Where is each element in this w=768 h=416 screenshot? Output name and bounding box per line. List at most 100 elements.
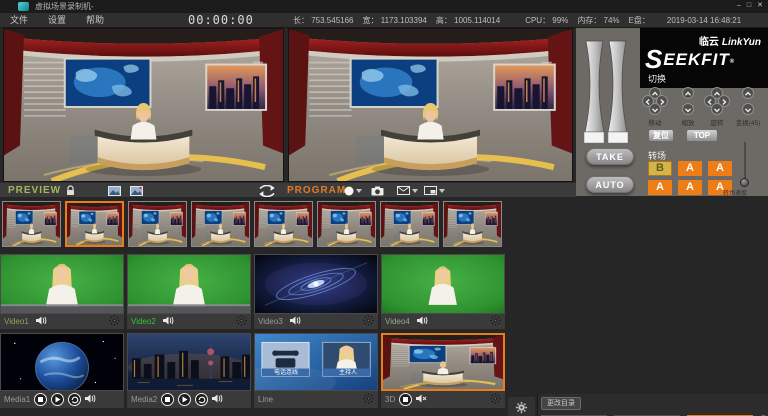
3d-preview[interactable]	[381, 333, 505, 391]
settings-gear-icon[interactable]	[514, 400, 530, 415]
maximize-button[interactable]: □	[747, 1, 751, 11]
media-source-3d[interactable]: 3D	[381, 333, 505, 408]
stat-disk: E盘：	[629, 15, 650, 26]
pad-label: 移动	[638, 117, 672, 127]
menu-bar: 文件 设置 帮助 00:00:00 长： 753.545166 宽： 1173.…	[0, 13, 768, 28]
scene-angle-thumbnail[interactable]	[380, 201, 439, 247]
speaker-icon[interactable]	[290, 316, 301, 327]
gear-icon[interactable]	[490, 393, 501, 406]
stop-button[interactable]	[34, 393, 47, 406]
menu-settings[interactable]: 设置	[48, 13, 66, 28]
preview-monitor[interactable]	[3, 28, 284, 182]
transition-speed-knob[interactable]	[740, 178, 749, 187]
preview-label: PREVIEW	[8, 183, 61, 198]
scene-angle-thumbnail[interactable]	[65, 201, 124, 247]
video-source-2[interactable]: Video2	[127, 254, 251, 329]
loop-button[interactable]	[68, 393, 81, 406]
stop-button[interactable]	[161, 393, 174, 406]
stat-datetime: 2019-03-14 16:48:21	[667, 16, 741, 25]
video1-name: Video1	[4, 317, 29, 326]
reset-button[interactable]: 复位	[648, 129, 674, 142]
transition-pattern-button[interactable]: A	[648, 180, 672, 195]
speaker-icon[interactable]	[36, 316, 47, 327]
loop-button[interactable]	[195, 393, 208, 406]
pad-down-button[interactable]	[649, 103, 661, 115]
gear-icon[interactable]	[490, 315, 501, 328]
video4-name: Video4	[385, 317, 410, 326]
program-label: PROGRAM	[287, 183, 346, 198]
stop-button[interactable]	[399, 393, 412, 406]
media-source-2[interactable]: Media2	[127, 333, 251, 408]
snapshot-camera-icon[interactable]	[371, 183, 384, 198]
stream-output-icon[interactable]	[397, 183, 418, 198]
gear-icon[interactable]	[236, 315, 247, 328]
transition-style-b-icon[interactable]	[130, 183, 143, 198]
gear-icon[interactable]	[109, 315, 120, 328]
lock-icon[interactable]	[66, 183, 75, 198]
pad-up-button[interactable]	[742, 87, 754, 99]
transition-tbar[interactable]	[584, 40, 628, 149]
play-button[interactable]	[51, 393, 64, 406]
pad-down-button[interactable]	[742, 103, 754, 115]
transition-pattern-button[interactable]: A	[678, 180, 702, 195]
change-directory-button[interactable]: 更改目录	[541, 397, 581, 410]
video-source-1[interactable]: Video1	[0, 254, 124, 329]
pad-down-button[interactable]	[682, 103, 694, 115]
video1-preview[interactable]	[0, 254, 124, 314]
transition-speed-slider[interactable]	[744, 142, 746, 182]
line-name: Line	[258, 395, 273, 404]
pip-layout-icon[interactable]	[424, 183, 445, 198]
transition-pattern-button[interactable]: A	[678, 161, 702, 176]
tool-sidebar	[508, 397, 535, 416]
minimize-button[interactable]: –	[737, 1, 741, 11]
close-button[interactable]: ✕	[757, 1, 763, 11]
video4-preview[interactable]	[381, 254, 505, 314]
video2-preview[interactable]	[127, 254, 251, 314]
auto-button[interactable]: AUTO	[586, 176, 634, 193]
media1-preview[interactable]	[0, 333, 124, 391]
pad-label: 旋转	[700, 117, 734, 127]
media-source-1[interactable]: Media1	[0, 333, 124, 408]
video-source-3[interactable]: Video3	[254, 254, 378, 329]
stat-cpu: CPU： 99%	[525, 15, 568, 26]
sources-area: Video1 Video2 Video3 Video4 Media1	[0, 197, 768, 416]
line-preview[interactable]: 电话连线 主持人	[254, 333, 378, 391]
transition-speed-label: 转场速度	[723, 188, 747, 197]
gear-icon[interactable]	[363, 393, 374, 406]
stat-height: 高： 1005.114014	[436, 15, 500, 26]
video-source-4[interactable]: Video4	[381, 254, 505, 329]
speaker-icon[interactable]	[212, 394, 223, 405]
line-host-label: 主持人	[324, 369, 372, 377]
stat-width: 宽： 1173.103394	[363, 15, 427, 26]
scene-angle-thumbnail[interactable]	[2, 201, 61, 247]
menu-help[interactable]: 帮助	[86, 13, 104, 28]
menu-file[interactable]: 文件	[10, 13, 28, 28]
record-button[interactable]	[344, 183, 362, 198]
play-button[interactable]	[178, 393, 191, 406]
speaker-icon[interactable]	[417, 316, 428, 327]
top-button[interactable]: TOP	[686, 129, 718, 142]
scene-angle-thumbnail[interactable]	[254, 201, 313, 247]
take-button[interactable]: TAKE	[586, 148, 634, 165]
transition-pattern-button[interactable]: B	[648, 161, 672, 176]
pad-up-button[interactable]	[682, 87, 694, 99]
scene-angle-thumbnail[interactable]	[443, 201, 502, 247]
gear-icon[interactable]	[363, 315, 374, 328]
video3-preview[interactable]	[254, 254, 378, 314]
scene-angle-strip	[2, 201, 502, 247]
transition-pattern-button[interactable]: A	[708, 161, 732, 176]
scene-angle-thumbnail[interactable]	[317, 201, 376, 247]
transition-style-a-icon[interactable]	[108, 183, 121, 198]
speaker-icon[interactable]	[85, 394, 96, 405]
scene-browser: 更改目录 01101601701902020025027028	[537, 394, 768, 416]
speaker-muted-icon[interactable]	[416, 394, 427, 405]
scene-angle-thumbnail[interactable]	[191, 201, 250, 247]
swap-preview-program-icon[interactable]	[255, 183, 279, 198]
transition-buttons: BAAAAA	[648, 161, 732, 195]
scene-angle-thumbnail[interactable]	[128, 201, 187, 247]
pad-down-button[interactable]	[711, 103, 723, 115]
media2-preview[interactable]	[127, 333, 251, 391]
media-source-line[interactable]: 电话连线 主持人 Line	[254, 333, 378, 408]
program-monitor[interactable]	[288, 28, 573, 182]
speaker-icon[interactable]	[163, 316, 174, 327]
